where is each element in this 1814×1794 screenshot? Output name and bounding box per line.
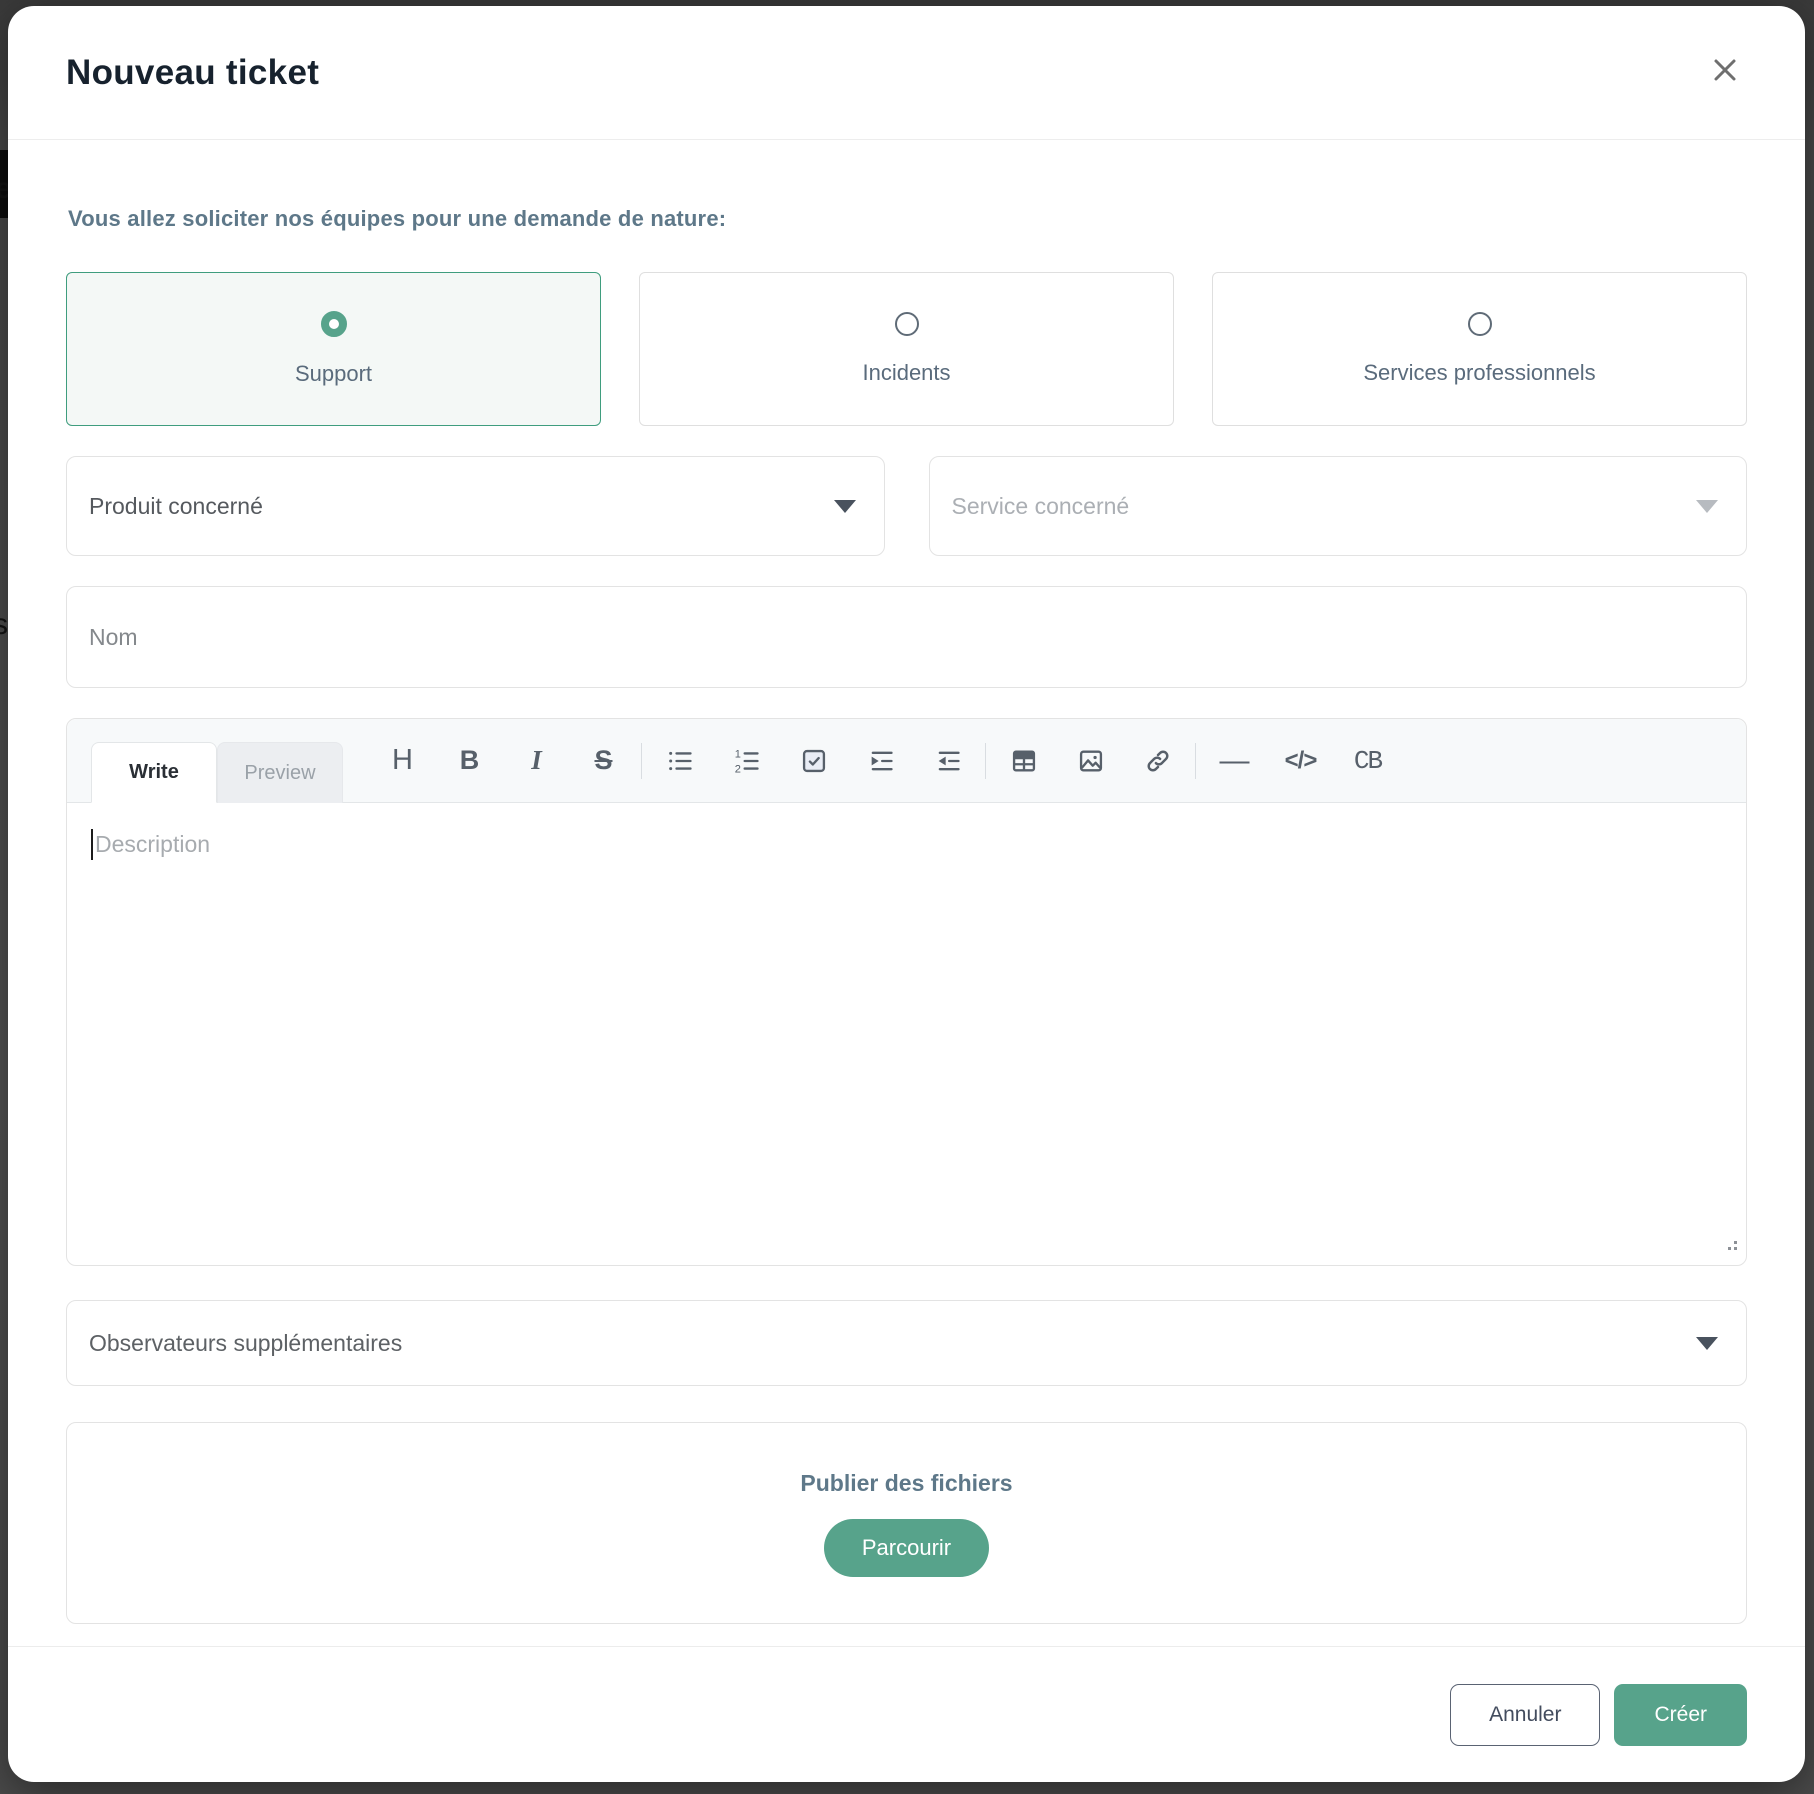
nature-option-services-professionnels[interactable]: Services professionnels: [1212, 272, 1747, 426]
service-select[interactable]: Service concerné: [929, 456, 1748, 556]
svg-text:1: 1: [734, 748, 740, 760]
close-button[interactable]: [1701, 49, 1749, 97]
close-icon: [1708, 53, 1742, 92]
background-text-fragment: s: [0, 608, 8, 642]
cancel-button[interactable]: Annuler: [1450, 1684, 1600, 1746]
create-button[interactable]: Créer: [1614, 1684, 1747, 1746]
ordered-list-icon[interactable]: 1 2: [713, 719, 780, 802]
radio-selected-icon[interactable]: [321, 311, 347, 337]
toolbar-divider: [1195, 743, 1196, 779]
chevron-down-icon: [834, 500, 856, 513]
chevron-down-icon: [1696, 500, 1718, 513]
task-list-icon[interactable]: [780, 719, 847, 802]
code-icon[interactable]: </>: [1267, 719, 1334, 802]
observers-select-placeholder: Observateurs supplémentaires: [89, 1330, 402, 1357]
description-textarea[interactable]: Description: [67, 803, 1746, 1265]
radio-unselected-icon[interactable]: [895, 312, 919, 336]
modal-body: Vous allez soliciter nos équipes pour un…: [8, 140, 1805, 1646]
text-cursor: [91, 829, 93, 860]
tab-preview[interactable]: Preview: [217, 742, 343, 803]
nature-option-label: Support: [295, 361, 372, 387]
product-select-value: Produit concerné: [89, 493, 263, 520]
observers-select[interactable]: Observateurs supplémentaires: [66, 1300, 1747, 1386]
file-upload-dropzone[interactable]: Publier des fichiers Parcourir: [66, 1422, 1747, 1624]
indent-icon[interactable]: [847, 719, 914, 802]
italic-icon[interactable]: I: [503, 719, 570, 802]
svg-text:2: 2: [734, 763, 740, 774]
editor-toolbar: Write Preview H B I S: [67, 719, 1746, 803]
tab-write[interactable]: Write: [91, 742, 217, 803]
browse-button[interactable]: Parcourir: [824, 1519, 989, 1577]
nature-options: Support Incidents Services professionnel…: [66, 272, 1747, 426]
link-icon[interactable]: [1124, 719, 1191, 802]
editor-tools: H B I S 1 2: [369, 719, 1401, 802]
nature-option-label: Services professionnels: [1363, 360, 1595, 386]
new-ticket-modal: Nouveau ticket Vous allez soliciter nos …: [8, 6, 1805, 1782]
nature-question-label: Vous allez soliciter nos équipes pour un…: [68, 206, 1747, 232]
radio-unselected-icon[interactable]: [1468, 312, 1492, 336]
nature-option-incidents[interactable]: Incidents: [639, 272, 1174, 426]
editor-tabs: Write Preview: [91, 742, 343, 802]
image-icon[interactable]: [1057, 719, 1124, 802]
modal-footer: Annuler Créer: [8, 1646, 1805, 1782]
name-input[interactable]: Nom: [66, 586, 1747, 688]
bold-icon[interactable]: B: [436, 719, 503, 802]
toolbar-divider: [641, 743, 642, 779]
markdown-editor: Write Preview H B I S: [66, 718, 1747, 1266]
modal-title: Nouveau ticket: [66, 53, 319, 93]
bullet-list-icon[interactable]: [646, 719, 713, 802]
outdent-icon[interactable]: [914, 719, 981, 802]
table-icon[interactable]: [990, 719, 1057, 802]
description-placeholder: Description: [95, 831, 210, 858]
strikethrough-icon[interactable]: S: [570, 719, 637, 802]
code-block-icon[interactable]: CB: [1334, 719, 1401, 802]
select-row: Produit concerné Service concerné: [66, 456, 1747, 556]
horizontal-rule-icon[interactable]: —: [1200, 719, 1267, 802]
product-select[interactable]: Produit concerné: [66, 456, 885, 556]
name-input-placeholder: Nom: [89, 624, 138, 651]
nature-option-support[interactable]: Support: [66, 272, 601, 426]
resize-grip-icon[interactable]: [1723, 1238, 1739, 1259]
service-select-placeholder: Service concerné: [952, 493, 1130, 520]
chevron-down-icon: [1696, 1337, 1718, 1350]
modal-header: Nouveau ticket: [8, 6, 1805, 140]
heading-icon[interactable]: H: [369, 719, 436, 802]
toolbar-divider: [985, 743, 986, 779]
upload-label: Publier des fichiers: [800, 1470, 1012, 1497]
nature-option-label: Incidents: [862, 360, 950, 386]
